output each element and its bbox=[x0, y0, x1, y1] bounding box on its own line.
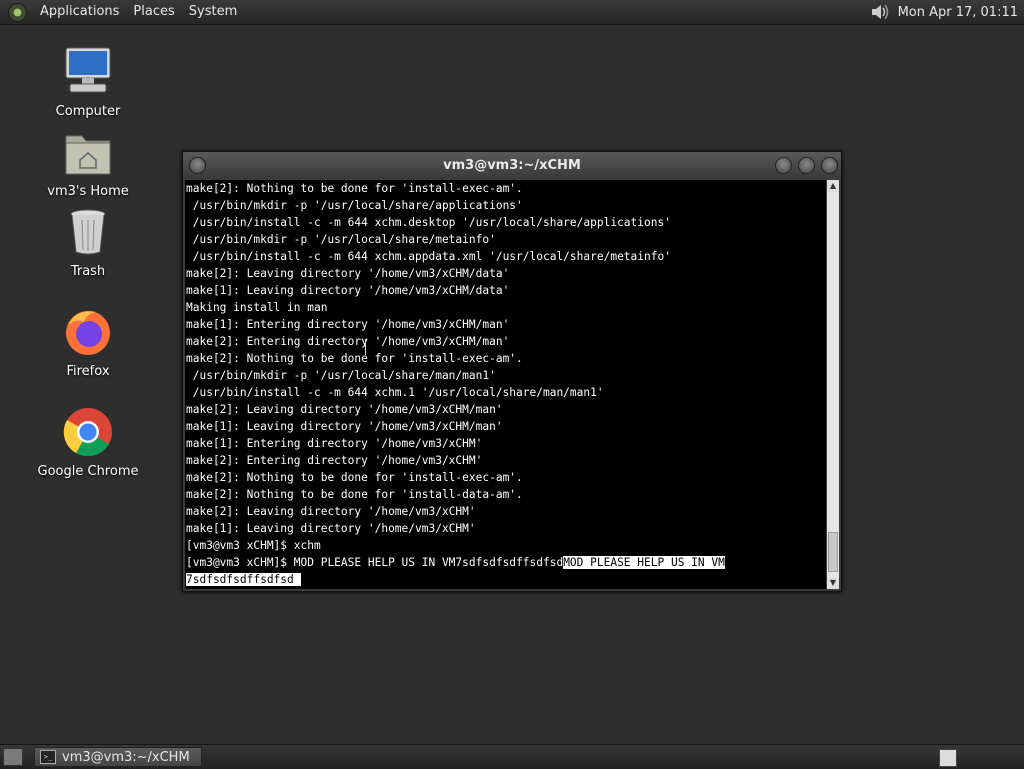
desktop-icon-chrome[interactable]: Google Chrome bbox=[33, 406, 143, 479]
terminal-icon: >_ bbox=[40, 750, 56, 764]
desktop-icon-trash[interactable]: Trash bbox=[33, 206, 143, 279]
terminal-line: make[2]: Entering directory '/home/vm3/x… bbox=[186, 454, 483, 467]
terminal-scrollbar[interactable]: ▲ ▼ bbox=[827, 180, 839, 589]
workspace-switcher[interactable] bbox=[939, 749, 957, 767]
terminal-line: Making install in man bbox=[186, 301, 328, 314]
firefox-icon bbox=[66, 311, 110, 355]
terminal-line: /usr/bin/mkdir -p '/usr/local/share/appl… bbox=[186, 199, 523, 212]
desktop-icon-home[interactable]: vm3's Home bbox=[33, 126, 143, 199]
terminal-line: make[1]: Leaving directory '/home/vm3/xC… bbox=[186, 284, 510, 297]
scroll-thumb[interactable] bbox=[828, 532, 838, 572]
close-button[interactable] bbox=[821, 157, 838, 174]
terminal-line: /usr/bin/mkdir -p '/usr/local/share/meta… bbox=[186, 233, 496, 246]
show-desktop-icon[interactable] bbox=[3, 748, 23, 766]
terminal-output[interactable]: make[2]: Nothing to be done for 'install… bbox=[185, 180, 826, 589]
taskbar-button-label: vm3@vm3:~/xCHM bbox=[62, 749, 190, 765]
terminal-line: make[2]: Nothing to be done for 'install… bbox=[186, 471, 523, 484]
bottom-panel: >_ vm3@vm3:~/xCHM bbox=[0, 744, 1024, 769]
terminal-line: make[2]: Nothing to be done for 'install… bbox=[186, 352, 523, 365]
terminal-line: make[2]: Entering directory '/home/vm3/x… bbox=[186, 335, 510, 348]
terminal-line: make[1]: Leaving directory '/home/vm3/xC… bbox=[186, 522, 476, 535]
terminal-line: make[1]: Entering directory '/home/vm3/x… bbox=[186, 318, 510, 331]
terminal-line: make[2]: Leaving directory '/home/vm3/xC… bbox=[186, 505, 476, 518]
terminal-line: make[2]: Nothing to be done for 'install… bbox=[186, 488, 523, 501]
desktop-icon-firefox[interactable]: Firefox bbox=[33, 306, 143, 379]
wrapped-selected-text: 7sdfsdfsdffsdfsd bbox=[186, 573, 301, 586]
selected-text: MOD PLEASE HELP US IN VM bbox=[563, 556, 725, 569]
terminal-line: /usr/bin/install -c -m 644 xchm.appdata.… bbox=[186, 250, 671, 263]
terminal-window[interactable]: vm3@vm3:~/xCHM make[2]: Nothing to be do… bbox=[182, 151, 842, 592]
terminal-line: make[1]: Entering directory '/home/vm3/x… bbox=[186, 437, 483, 450]
window-title: vm3@vm3:~/xCHM bbox=[443, 157, 581, 173]
window-menu-button[interactable] bbox=[189, 157, 206, 174]
scroll-up-arrow-icon[interactable]: ▲ bbox=[827, 180, 839, 192]
terminal-line: /usr/bin/mkdir -p '/usr/local/share/man/… bbox=[186, 369, 496, 382]
terminal-line: make[2]: Nothing to be done for 'install… bbox=[186, 182, 523, 195]
mouse-ibeam-cursor bbox=[365, 339, 368, 355]
trash-icon bbox=[70, 209, 106, 255]
desktop-icon-label: Computer bbox=[55, 104, 121, 119]
volume-icon[interactable] bbox=[866, 2, 892, 22]
desktop-icon-computer[interactable]: Computer bbox=[33, 46, 143, 119]
scroll-down-arrow-icon[interactable]: ▼ bbox=[827, 577, 839, 589]
wrapped-line: 7sdfsdfsdffsdfsd bbox=[185, 571, 826, 588]
computer-icon bbox=[65, 47, 111, 93]
terminal-line: make[2]: Leaving directory '/home/vm3/xC… bbox=[186, 403, 503, 416]
desktop-icon-label: vm3's Home bbox=[47, 184, 129, 199]
desktop-icon-label: Firefox bbox=[66, 364, 110, 379]
menu-places[interactable]: Places bbox=[126, 0, 181, 24]
home-folder-icon bbox=[65, 135, 111, 175]
terminal-line: /usr/bin/install -c -m 644 xchm.1 '/usr/… bbox=[186, 386, 604, 399]
terminal-line: make[1]: Leaving directory '/home/vm3/xC… bbox=[186, 420, 503, 433]
menu-applications[interactable]: Applications bbox=[33, 0, 126, 24]
clock[interactable]: Mon Apr 17, 01:11 bbox=[898, 5, 1018, 20]
terminal-line: [vm3@vm3 xCHM]$ xchm bbox=[186, 539, 321, 552]
prompt-line: [vm3@vm3 xCHM]$ MOD PLEASE HELP US IN VM… bbox=[185, 554, 826, 571]
prompt-text: [vm3@vm3 xCHM]$ MOD PLEASE HELP US IN VM… bbox=[186, 556, 564, 569]
minimize-button[interactable] bbox=[775, 157, 792, 174]
top-panel: Applications Places System Mon Apr 17, 0… bbox=[0, 0, 1024, 25]
chrome-icon bbox=[63, 408, 112, 457]
terminal-line: /usr/bin/install -c -m 644 xchm.desktop … bbox=[186, 216, 671, 229]
menu-system[interactable]: System bbox=[182, 0, 244, 24]
taskbar-button-terminal[interactable]: >_ vm3@vm3:~/xCHM bbox=[34, 747, 202, 767]
terminal-line: make[2]: Leaving directory '/home/vm3/xC… bbox=[186, 267, 510, 280]
maximize-button[interactable] bbox=[798, 157, 815, 174]
desktop-icon-label: Google Chrome bbox=[37, 464, 139, 479]
terminal-lines: make[2]: Nothing to be done for 'install… bbox=[185, 180, 826, 554]
desktop-icon-label: Trash bbox=[70, 264, 106, 279]
gnome-foot-icon[interactable] bbox=[8, 2, 27, 22]
window-titlebar[interactable]: vm3@vm3:~/xCHM bbox=[183, 152, 841, 178]
